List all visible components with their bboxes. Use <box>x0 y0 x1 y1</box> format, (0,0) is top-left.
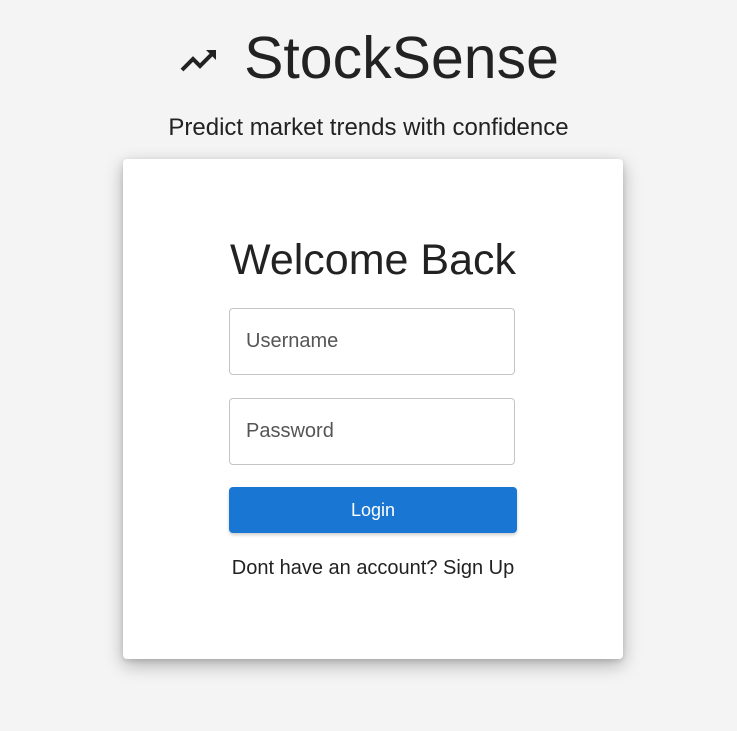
app-title: StockSense <box>244 25 559 91</box>
brand-header: StockSense <box>0 24 737 92</box>
login-button[interactable]: Login <box>229 487 517 533</box>
login-card: Welcome Back Login Dont have an account?… <box>123 159 623 659</box>
login-title: Welcome Back <box>230 236 516 284</box>
signup-link[interactable]: Sign Up <box>443 557 514 579</box>
signup-row: Dont have an account? Sign Up <box>123 555 623 581</box>
username-input[interactable] <box>229 308 515 375</box>
tagline: Predict market trends with confidence <box>168 114 569 141</box>
signup-prompt: Dont have an account? <box>231 557 438 579</box>
password-input[interactable] <box>229 398 515 465</box>
trending-up-icon <box>178 45 220 75</box>
